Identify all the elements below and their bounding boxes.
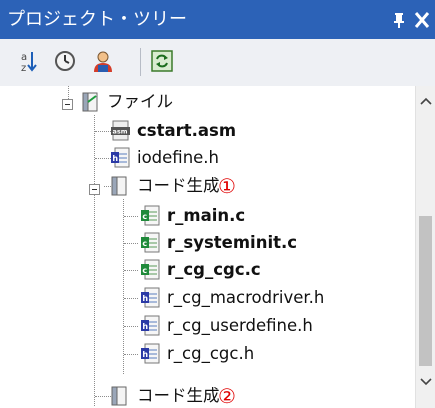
collapse-toggle-icon[interactable] xyxy=(89,181,101,200)
refresh-icon[interactable] xyxy=(150,49,174,73)
svg-text:h: h xyxy=(142,294,148,303)
panel-title: プロジェクト・ツリー xyxy=(7,9,187,30)
c-file-icon[interactable]: c xyxy=(140,232,162,258)
svg-text:c: c xyxy=(142,266,147,275)
panel-toolbar: a z xyxy=(0,39,435,87)
panel-titlebar: プロジェクト・ツリー xyxy=(0,0,435,39)
scroll-up-icon[interactable] xyxy=(420,95,432,110)
folder-icon[interactable] xyxy=(109,385,131,408)
svg-text:c: c xyxy=(142,239,147,248)
tree-connector xyxy=(124,243,138,245)
header-file-icon[interactable]: h xyxy=(140,315,162,341)
collapse-toggle-icon[interactable] xyxy=(62,96,74,115)
svg-text:a: a xyxy=(21,52,27,63)
tree-connector xyxy=(124,298,138,300)
c-file-icon[interactable]: c xyxy=(140,205,162,231)
project-tree: ファイル asm cstart.asm h iodefine.h コード生成 ①… xyxy=(0,86,415,408)
svg-text:h: h xyxy=(142,322,148,331)
header-file-icon[interactable]: h xyxy=(140,343,162,369)
tree-connector xyxy=(124,216,138,218)
clock-icon[interactable] xyxy=(53,49,77,73)
tree-connector xyxy=(123,199,125,374)
project-tree-panel: プロジェクト・ツリー a z ファイル asm cstart.asm h iod… xyxy=(0,0,435,408)
toolbar-separator xyxy=(140,48,141,76)
svg-text:c: c xyxy=(142,212,147,221)
tree-connector xyxy=(124,270,138,272)
header-file-icon[interactable]: h xyxy=(140,287,162,313)
svg-text:asm: asm xyxy=(113,128,128,136)
annotation-marker-1: ① xyxy=(218,174,236,198)
sort-icon[interactable]: a z xyxy=(17,49,41,74)
c-file-icon[interactable]: c xyxy=(140,259,162,285)
svg-text:z: z xyxy=(21,63,26,73)
vertical-scrollbar[interactable] xyxy=(415,86,435,408)
folder-icon[interactable] xyxy=(80,91,102,117)
folder-icon[interactable] xyxy=(109,175,131,201)
tree-connector xyxy=(95,131,111,133)
svg-text:h: h xyxy=(112,154,118,163)
annotation-marker-2: ② xyxy=(218,384,236,408)
tree-connector xyxy=(124,354,138,356)
svg-text:h: h xyxy=(142,350,148,359)
header-file-icon[interactable]: h xyxy=(110,147,132,173)
tree-connector xyxy=(124,326,138,328)
asm-file-icon[interactable]: asm xyxy=(110,120,132,146)
tree-connector xyxy=(95,158,111,160)
scrollbar-thumb[interactable] xyxy=(419,216,432,366)
scroll-down-icon[interactable] xyxy=(420,376,432,391)
user-icon[interactable] xyxy=(91,49,115,73)
